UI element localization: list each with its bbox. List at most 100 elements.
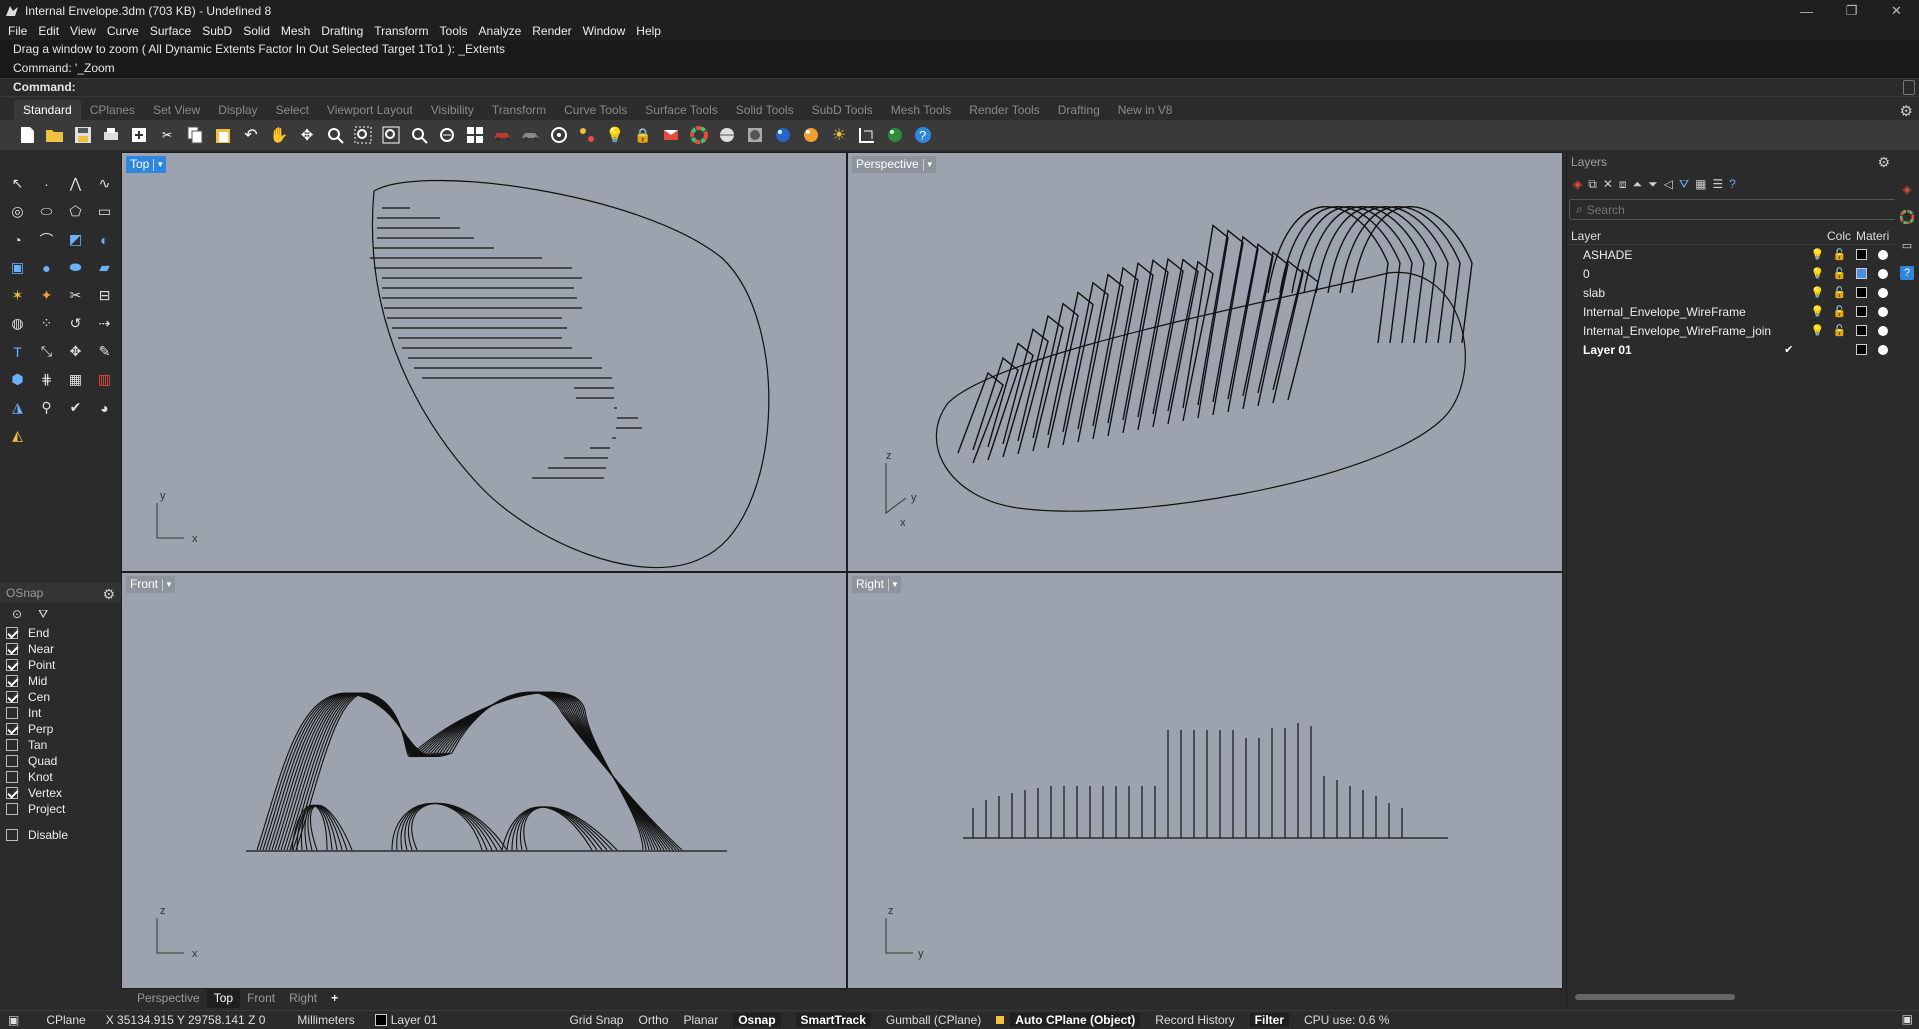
array-icon[interactable]: ⋕ bbox=[33, 366, 60, 393]
command-input[interactable] bbox=[83, 80, 1784, 94]
osnap-checkbox[interactable] bbox=[6, 659, 18, 671]
material-sphere-icon[interactable] bbox=[800, 124, 822, 146]
color-tab-icon[interactable] bbox=[1900, 210, 1914, 224]
vptab-front[interactable]: Front bbox=[240, 989, 282, 1008]
grid-snap-icon[interactable] bbox=[576, 124, 598, 146]
zoom-window-icon[interactable] bbox=[352, 124, 374, 146]
material-icon[interactable] bbox=[1878, 249, 1889, 260]
tab-render-tools[interactable]: Render Tools bbox=[960, 100, 1049, 120]
fillet-curve-icon[interactable]: ⌒ bbox=[33, 226, 60, 253]
layer-row[interactable]: slab 💡 🔓 bbox=[1567, 283, 1894, 302]
menu-file[interactable]: File bbox=[8, 24, 27, 38]
block-icon[interactable]: ▥ bbox=[91, 366, 118, 393]
osnap-checkbox[interactable] bbox=[6, 691, 18, 703]
status-cplane[interactable]: CPlane bbox=[46, 1013, 85, 1027]
osnap-checkbox[interactable] bbox=[6, 803, 18, 815]
chevron-down-icon[interactable]: ▼ bbox=[162, 578, 173, 591]
osnap-disable-checkbox[interactable] bbox=[6, 829, 18, 841]
help-icon[interactable]: ? bbox=[912, 124, 934, 146]
tab-standard[interactable]: Standard bbox=[14, 100, 81, 120]
layer-row[interactable]: Internal_Envelope_WireFrame 💡 🔓 bbox=[1567, 302, 1894, 321]
menu-curve[interactable]: Curve bbox=[107, 24, 139, 38]
status-units[interactable]: Millimeters bbox=[297, 1013, 354, 1027]
text-icon[interactable]: T bbox=[4, 338, 31, 365]
status-filter[interactable]: Filter bbox=[1249, 1013, 1289, 1027]
lock-open-icon[interactable]: 🔓 bbox=[1828, 267, 1850, 280]
open-icon[interactable] bbox=[44, 124, 66, 146]
layers-help-icon[interactable]: ? bbox=[1729, 177, 1736, 191]
status-auto-cplane[interactable]: Auto CPlane (Object) bbox=[1010, 1013, 1141, 1027]
tab-mesh-tools[interactable]: Mesh Tools bbox=[882, 100, 960, 120]
new-icon[interactable] bbox=[16, 124, 38, 146]
layer-row[interactable]: ASHADE 💡 🔓 bbox=[1567, 245, 1894, 264]
tab-viewport-layout[interactable]: Viewport Layout bbox=[318, 100, 422, 120]
layer-name[interactable]: Internal_Envelope_WireFrame bbox=[1567, 305, 1771, 319]
layers-tab-icon[interactable]: ◈ bbox=[1900, 182, 1914, 196]
lightbulb-icon[interactable]: 💡 bbox=[1807, 324, 1829, 337]
tab-curve-tools[interactable]: Curve Tools bbox=[555, 100, 636, 120]
rectangle-icon[interactable]: ▭ bbox=[91, 198, 118, 225]
cylinder-icon[interactable]: ⬬ bbox=[62, 254, 89, 281]
viewport-label-front[interactable]: Front ▼ bbox=[126, 576, 176, 593]
maximize-button[interactable]: ❐ bbox=[1829, 0, 1874, 22]
viewport-front[interactable]: z x Front ▼ bbox=[121, 572, 847, 989]
layer-list-icon[interactable]: ☰ bbox=[1712, 177, 1723, 191]
lightbulb-icon[interactable]: 💡 bbox=[1807, 286, 1829, 299]
cut-icon[interactable]: ✂ bbox=[156, 124, 178, 146]
color-wheel-icon[interactable] bbox=[688, 124, 710, 146]
menu-edit[interactable]: Edit bbox=[38, 24, 59, 38]
explode-icon[interactable]: ✦ bbox=[33, 282, 60, 309]
rebuild-icon[interactable]: ↺ bbox=[62, 310, 89, 337]
print-icon[interactable] bbox=[100, 124, 122, 146]
undo-icon[interactable]: ↶ bbox=[240, 124, 262, 146]
status-osnap[interactable]: Osnap bbox=[733, 1013, 781, 1027]
material-icon[interactable] bbox=[1878, 306, 1889, 317]
mesh-icon[interactable]: ✶ bbox=[4, 282, 31, 309]
shaded-car-icon[interactable] bbox=[520, 124, 542, 146]
osnap-int[interactable]: Int bbox=[0, 705, 121, 721]
tab-cplanes[interactable]: CPlanes bbox=[81, 100, 144, 120]
viewport-top[interactable]: y x Top ▼ bbox=[121, 152, 847, 572]
osnap-checkbox[interactable] bbox=[6, 723, 18, 735]
layers-scrollbar[interactable] bbox=[1575, 994, 1735, 1000]
lock-icon[interactable]: 🔒 bbox=[632, 124, 654, 146]
lock-open-icon[interactable]: 🔓 bbox=[1828, 324, 1850, 337]
circle-icon[interactable]: ◎ bbox=[4, 198, 31, 225]
menu-help[interactable]: Help bbox=[636, 24, 661, 38]
viewport-label-perspective[interactable]: Perspective ▼ bbox=[852, 156, 936, 173]
copy-icon[interactable] bbox=[184, 124, 206, 146]
render-mode-icon[interactable] bbox=[660, 124, 682, 146]
paste-icon[interactable] bbox=[212, 124, 234, 146]
environment-icon[interactable] bbox=[884, 124, 906, 146]
layer-name[interactable]: slab bbox=[1567, 286, 1771, 300]
panel-toggle-icon[interactable]: ▣ bbox=[8, 1013, 19, 1027]
dimension-icon[interactable] bbox=[856, 124, 878, 146]
vptab-perspective[interactable]: Perspective bbox=[130, 989, 207, 1008]
viewport-label-top[interactable]: Top ▼ bbox=[126, 156, 167, 173]
material-icon[interactable] bbox=[1878, 344, 1889, 355]
tab-subd-tools[interactable]: SubD Tools bbox=[803, 100, 882, 120]
osnap-quad[interactable]: Quad bbox=[0, 753, 121, 769]
osnap-mid[interactable]: Mid bbox=[0, 673, 121, 689]
sun-icon[interactable]: ☀ bbox=[828, 124, 850, 146]
arc-icon[interactable]: ◔ bbox=[4, 226, 31, 253]
tab-transform[interactable]: Transform bbox=[483, 100, 555, 120]
layer-color-swatch[interactable] bbox=[1855, 268, 1867, 279]
osnap-perp[interactable]: Perp bbox=[0, 721, 121, 737]
add-viewport-button[interactable]: + bbox=[324, 989, 345, 1008]
menu-render[interactable]: Render bbox=[532, 24, 571, 38]
status-gumball[interactable]: Gumball (CPlane) bbox=[886, 1013, 981, 1027]
layer-color-swatch[interactable] bbox=[1855, 344, 1867, 355]
rotate-view-icon[interactable]: ✥ bbox=[296, 124, 318, 146]
tab-display[interactable]: Display bbox=[209, 100, 266, 120]
layer-row[interactable]: Internal_Envelope_WireFrame_join 💡 🔓 bbox=[1567, 321, 1894, 340]
menu-window[interactable]: Window bbox=[583, 24, 626, 38]
boolean-icon[interactable]: ◍ bbox=[4, 310, 31, 337]
box-icon[interactable]: ▣ bbox=[4, 254, 31, 281]
cplane-icon[interactable] bbox=[548, 124, 570, 146]
lightbulb-icon[interactable]: 💡 bbox=[1807, 267, 1829, 280]
tab-set-view[interactable]: Set View bbox=[144, 100, 209, 120]
menu-surface[interactable]: Surface bbox=[150, 24, 191, 38]
status-smarttrack[interactable]: SmartTrack bbox=[795, 1013, 871, 1027]
check-icon[interactable]: ✔ bbox=[62, 394, 89, 421]
